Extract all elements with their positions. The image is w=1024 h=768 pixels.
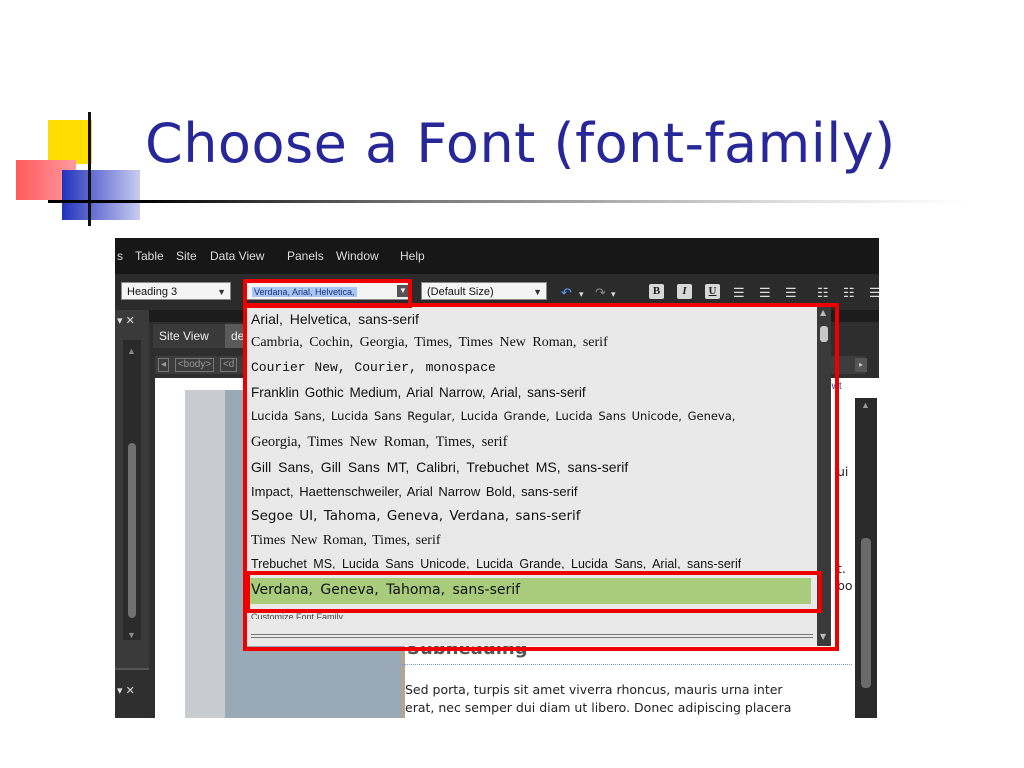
align-right-icon[interactable]: ☰ bbox=[785, 286, 797, 299]
document-scroll-thumb[interactable] bbox=[861, 538, 871, 688]
decor-vertical-line bbox=[88, 112, 91, 226]
menu-item-panels[interactable]: Panels bbox=[287, 249, 324, 263]
undo-icon[interactable]: ↶ bbox=[561, 286, 572, 299]
decor-yellow-square bbox=[48, 120, 92, 164]
left-panel-scrollbar[interactable] bbox=[128, 443, 136, 618]
tab-site-view[interactable]: Site View bbox=[153, 324, 231, 348]
pin-close-icon[interactable]: ▾ ✕ bbox=[117, 314, 135, 327]
menu-bar: s Table Site Data View Panels Window Hel… bbox=[115, 238, 879, 274]
tag-left-arrow-icon[interactable]: ◂ bbox=[158, 358, 170, 372]
bold-button[interactable]: B bbox=[649, 284, 664, 299]
slide-title: Choose a Font (font-family) bbox=[145, 112, 896, 175]
italic-button[interactable]: I bbox=[677, 284, 692, 299]
underline-button[interactable]: U bbox=[705, 284, 720, 299]
chevron-down-icon[interactable]: ▾ bbox=[579, 288, 584, 301]
menu-item-table[interactable]: Table bbox=[135, 249, 164, 263]
menu-item-window[interactable]: Window bbox=[336, 249, 379, 263]
scroll-up-icon[interactable]: ▲ bbox=[127, 346, 136, 356]
numbered-list-icon[interactable]: ☷ bbox=[817, 286, 829, 299]
menu-item-data-view[interactable]: Data View bbox=[210, 249, 264, 263]
chevron-down-icon: ▼ bbox=[217, 287, 226, 297]
layout-column bbox=[185, 390, 225, 718]
scroll-down-icon[interactable]: ▼ bbox=[127, 630, 136, 640]
scroll-up-icon[interactable]: ▲ bbox=[861, 400, 870, 410]
tag-div[interactable]: <d bbox=[219, 358, 238, 372]
font-size-select-value: (Default Size) bbox=[427, 286, 494, 298]
bullet-list-icon[interactable]: ☷ bbox=[843, 286, 855, 299]
align-center-icon[interactable]: ☰ bbox=[759, 286, 771, 299]
chevron-down-icon: ▼ bbox=[533, 287, 542, 297]
canvas-body-line: Sed porta, turpis sit amet viverra rhonc… bbox=[405, 682, 783, 697]
menu-item-help[interactable]: Help bbox=[400, 249, 425, 263]
tag-right-arrow-icon[interactable]: ▸ bbox=[855, 358, 867, 372]
canvas-body-line: erat, nec semper dui diam ut libero. Don… bbox=[405, 700, 792, 715]
decor-horizontal-rule bbox=[48, 200, 968, 203]
indent-icon[interactable]: ☰ bbox=[869, 286, 879, 299]
tag-body[interactable]: <body> bbox=[174, 358, 215, 372]
redo-icon[interactable]: ↷ bbox=[595, 286, 606, 299]
decor-blue-square bbox=[62, 170, 140, 220]
canvas-text-fragment: bo bbox=[837, 578, 853, 593]
pin-close-icon[interactable]: ▾ ✕ bbox=[117, 684, 135, 697]
layout-guide bbox=[402, 664, 852, 666]
left-panel-bottom: ▾ ✕ bbox=[115, 668, 149, 718]
document-scrollbar[interactable]: ▲ bbox=[855, 398, 877, 718]
chevron-down-icon[interactable]: ▾ bbox=[611, 288, 616, 301]
menu-item-s[interactable]: s bbox=[117, 249, 123, 263]
format-select-value: Heading 3 bbox=[127, 286, 178, 298]
format-select[interactable]: Heading 3 ▼ bbox=[121, 282, 231, 300]
annotation-highlight-selected-font bbox=[246, 571, 822, 613]
font-size-select[interactable]: (Default Size) ▼ bbox=[421, 282, 547, 300]
align-left-icon[interactable]: ☰ bbox=[733, 286, 745, 299]
menu-item-site[interactable]: Site bbox=[176, 249, 197, 263]
